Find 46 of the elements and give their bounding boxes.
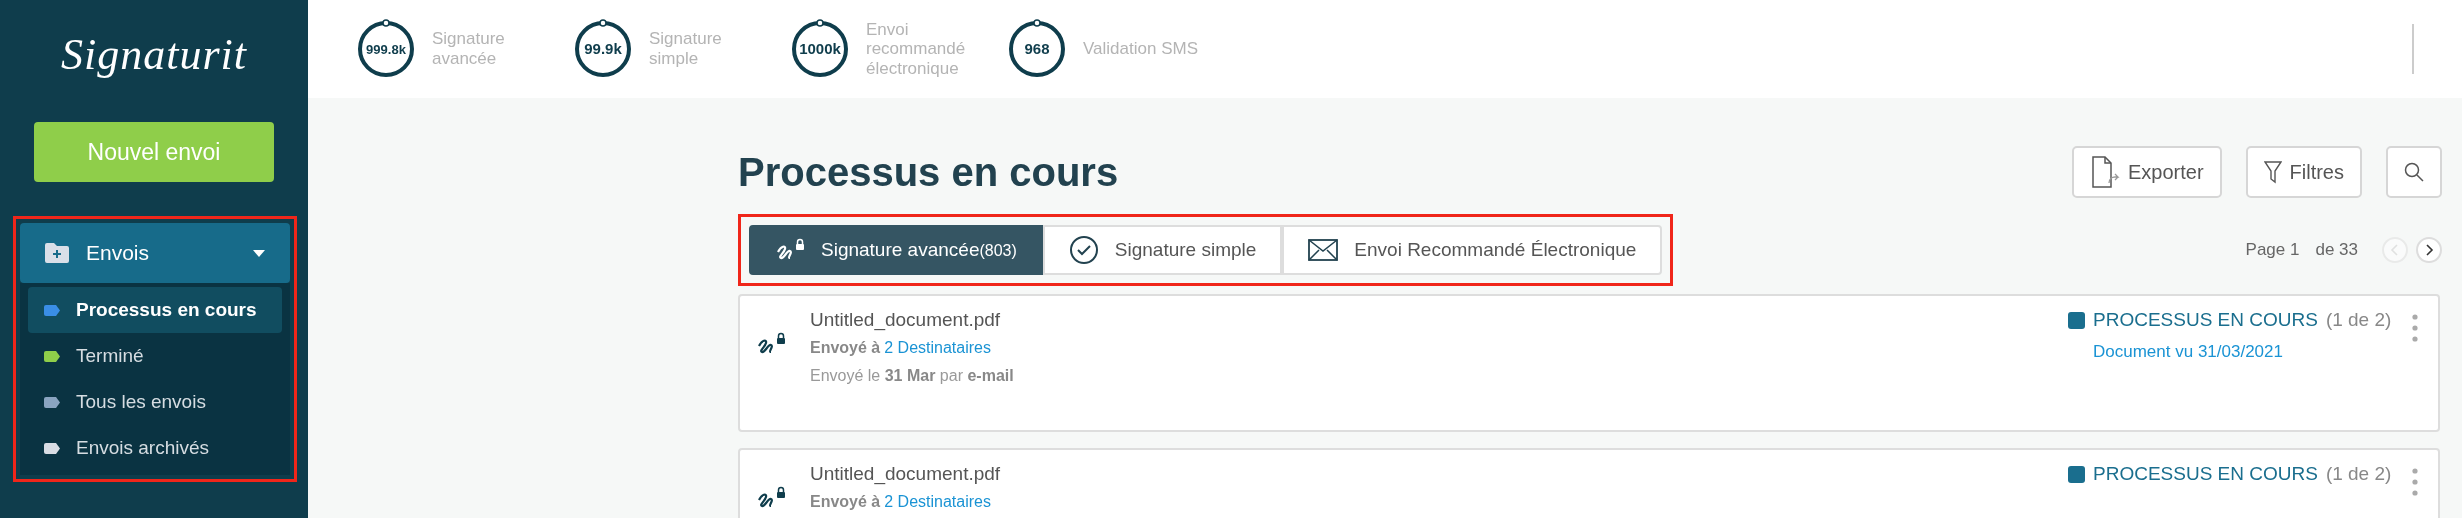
file-share-icon [2089,156,2120,188]
signature-lock-icon [775,238,805,262]
signer-count: (1 de 2) [2325,308,2392,332]
file-name: Untitled_document.pdf [810,308,1002,333]
sent-label: Envoyé à [810,337,881,358]
funnel-icon [2263,160,2282,184]
page-number: Page 1 [2245,239,2300,262]
file-name: Untitled_document.pdf [810,462,1002,487]
page-total: de 33 [2315,239,2358,262]
document-row[interactable]: Untitled_document.pdf Envoyé à 2 Destinataires PROCESSUS EN COURS (1 de 2) [738,448,2440,518]
stat-label: Signature simple [649,29,723,69]
tab[interactable]: Envoi Recommandé Électronique [1282,225,1663,275]
usage-meter: 968 [1007,19,1067,79]
logo: Signaturit [61,29,247,81]
sidebar-item[interactable]: Envois archivés [28,425,282,471]
sidebar-item[interactable]: Processus en cours [28,287,282,333]
document-row[interactable]: Untitled_document.pdf Envoyé à 2 Destinataires Envoyé le 31 Mar par e-mail PROCESSUS EN COURS (1 de 2) Document vu 31/03/2021 [738,294,2440,432]
envelope-icon [1308,239,1339,261]
filter-button[interactable]: Filtres [2245,146,2362,198]
stat-label: Validation SMS [1083,39,1199,59]
status-label: PROCESSUS EN COURS [2093,308,2318,332]
search-button[interactable] [2386,146,2442,198]
signature-lock-icon [756,332,786,356]
sent-label: Envoyé à [810,491,881,512]
signer-count: (1 de 2) [2325,462,2392,486]
signature-lock-icon [756,486,786,510]
export-button[interactable]: Exporter [2071,146,2222,198]
tab[interactable]: Signature simple [1042,225,1283,275]
stat-label: Signature avancée [432,29,506,69]
sidebar-item[interactable]: Terminé [28,333,282,379]
kebab-icon [2412,468,2418,496]
search-icon [2404,162,2424,182]
kebab-icon [2412,314,2418,342]
usage-meter: 1000k [790,19,850,79]
stat-label: Envoi recommandé électronique [866,19,967,79]
tab[interactable]: Signature avancée(803) [749,225,1043,275]
sidebar-item[interactable]: Tous les envois [28,379,282,425]
next-page-button[interactable] [2416,237,2442,263]
usage-meter: 999.8k [356,19,416,79]
folder-plus-icon [44,242,70,264]
check-circle-icon [1068,235,1099,265]
status-label: PROCESSUS EN COURS [2093,462,2318,486]
page-title: Processus en cours [738,149,1120,196]
usage-meter: 99.9k [573,19,633,79]
nav-group-header[interactable]: Envois [20,223,290,283]
sent-info: Envoyé le 31 Mar par e-mail [810,365,1015,386]
